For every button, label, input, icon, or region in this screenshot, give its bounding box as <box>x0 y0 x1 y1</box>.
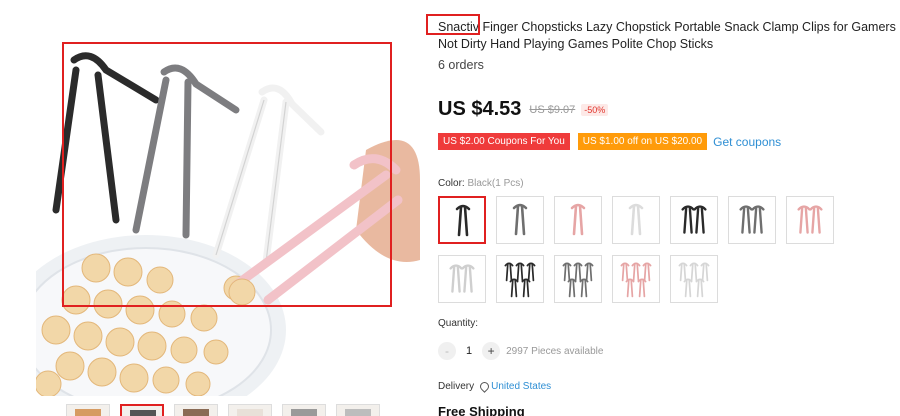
color-label-text: Color: <box>438 178 468 189</box>
thumbnail-2[interactable] <box>120 404 164 416</box>
quantity-input[interactable]: 1 <box>466 345 472 357</box>
color-swatch-white-2pcs[interactable] <box>438 255 486 303</box>
free-shipping-label: Free Shipping <box>438 404 525 416</box>
chopstick-icon <box>739 205 765 234</box>
thumbnail-6[interactable] <box>336 404 380 416</box>
current-price: US $4.53 <box>438 98 522 120</box>
chopstick-icon <box>562 262 594 298</box>
brand-highlight-box <box>426 14 480 35</box>
color-swatch-white-5pcs[interactable] <box>670 255 718 303</box>
price-row: US $4.53 US $9.07 -50% <box>438 98 609 121</box>
coupon-badge-select[interactable]: US $1.00 off on US $20.00 <box>577 133 708 150</box>
delivery-row: Delivery United States <box>438 381 551 392</box>
coupon-badge-store[interactable]: US $2.00 Coupons For You <box>438 133 570 150</box>
chopstick-icon <box>512 203 528 236</box>
color-swatch-gray-2pcs[interactable] <box>728 196 776 244</box>
thumbnail-strip <box>66 404 380 416</box>
quantity-minus-button[interactable]: - <box>438 342 456 360</box>
color-swatch-pink-2pcs[interactable] <box>786 196 834 244</box>
product-info-panel: Snactiv Finger Chopsticks Lazy Chopstick… <box>426 0 900 416</box>
chopstick-icon <box>570 203 586 236</box>
chopstick-icon <box>449 264 475 293</box>
color-swatch-pink-5pcs[interactable] <box>612 255 660 303</box>
orders-count: 6 orders <box>438 58 484 72</box>
chopstick-icon <box>620 262 652 298</box>
color-swatch-black-1pcs[interactable] <box>438 196 486 244</box>
color-selected-value: Black(1 Pcs) <box>467 178 524 189</box>
chopstick-icon <box>455 204 471 237</box>
color-swatch-gray-1pcs[interactable] <box>496 196 544 244</box>
thumbnail-1[interactable] <box>66 404 110 416</box>
color-swatch-pink-1pcs[interactable] <box>554 196 602 244</box>
original-price: US $9.07 <box>529 103 576 116</box>
get-coupons-link[interactable]: Get coupons <box>713 135 781 149</box>
location-pin-icon <box>479 382 488 392</box>
thumbnail-3[interactable] <box>174 404 218 416</box>
product-title: Snactiv Finger Chopsticks Lazy Chopstick… <box>438 20 896 51</box>
finger-chopsticks-photo <box>36 52 420 396</box>
chopstick-icon <box>628 203 644 236</box>
coupon-row: US $2.00 Coupons For You US $1.00 off on… <box>438 133 781 150</box>
chopstick-icon <box>678 262 710 298</box>
thumbnail-4[interactable] <box>228 404 272 416</box>
discount-badge: -50% <box>581 103 609 116</box>
color-swatch-white-1pcs[interactable] <box>612 196 660 244</box>
thumbnail-5[interactable] <box>282 404 326 416</box>
color-label: Color: Black(1 Pcs) <box>438 178 524 189</box>
chopstick-icon <box>797 205 823 234</box>
chopstick-icon <box>504 262 536 298</box>
color-swatch-black-5pcs[interactable] <box>496 255 544 303</box>
quantity-stepper: - 1 + 2997 Pieces available <box>438 341 603 361</box>
color-swatch-black-2pcs[interactable] <box>670 196 718 244</box>
chopstick-icon <box>681 205 707 234</box>
color-swatch-gray-5pcs[interactable] <box>554 255 602 303</box>
delivery-label: Delivery <box>438 381 475 392</box>
delivery-destination-link[interactable]: United States <box>491 381 551 392</box>
product-gallery <box>0 0 420 416</box>
quantity-plus-button[interactable]: + <box>482 342 501 360</box>
stock-available: 2997 Pieces available <box>506 345 604 357</box>
product-main-image[interactable] <box>36 0 420 396</box>
quantity-label: Quantity: <box>438 318 479 329</box>
